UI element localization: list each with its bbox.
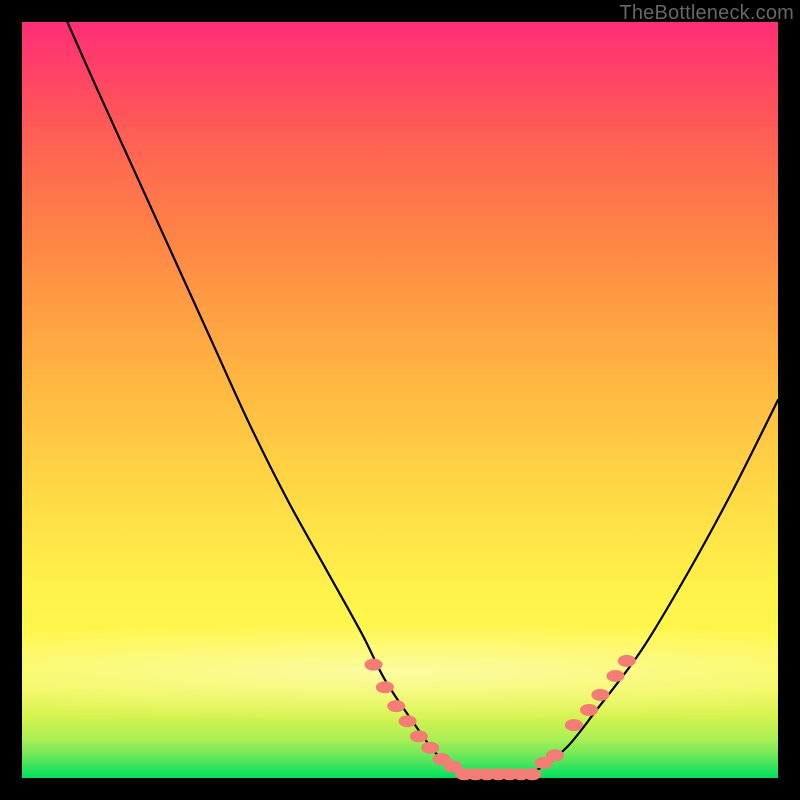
curve-marker (523, 768, 541, 780)
curve-marker (618, 655, 636, 667)
curve-marker (387, 700, 405, 712)
curve-marker (421, 742, 439, 754)
curve-marker (565, 719, 583, 731)
curve-marker (606, 670, 624, 682)
curve-marker (365, 659, 383, 671)
chart-frame (22, 22, 778, 778)
curve-marker (580, 704, 598, 716)
curve-marker (591, 689, 609, 701)
curve-marker (546, 749, 564, 761)
curve-marker (376, 681, 394, 693)
bottleneck-curve (22, 22, 778, 778)
curve-marker (399, 715, 417, 727)
marker-group (365, 655, 636, 780)
curve-path (67, 22, 778, 775)
attribution-label: TheBottleneck.com (619, 2, 794, 25)
curve-marker (410, 730, 428, 742)
